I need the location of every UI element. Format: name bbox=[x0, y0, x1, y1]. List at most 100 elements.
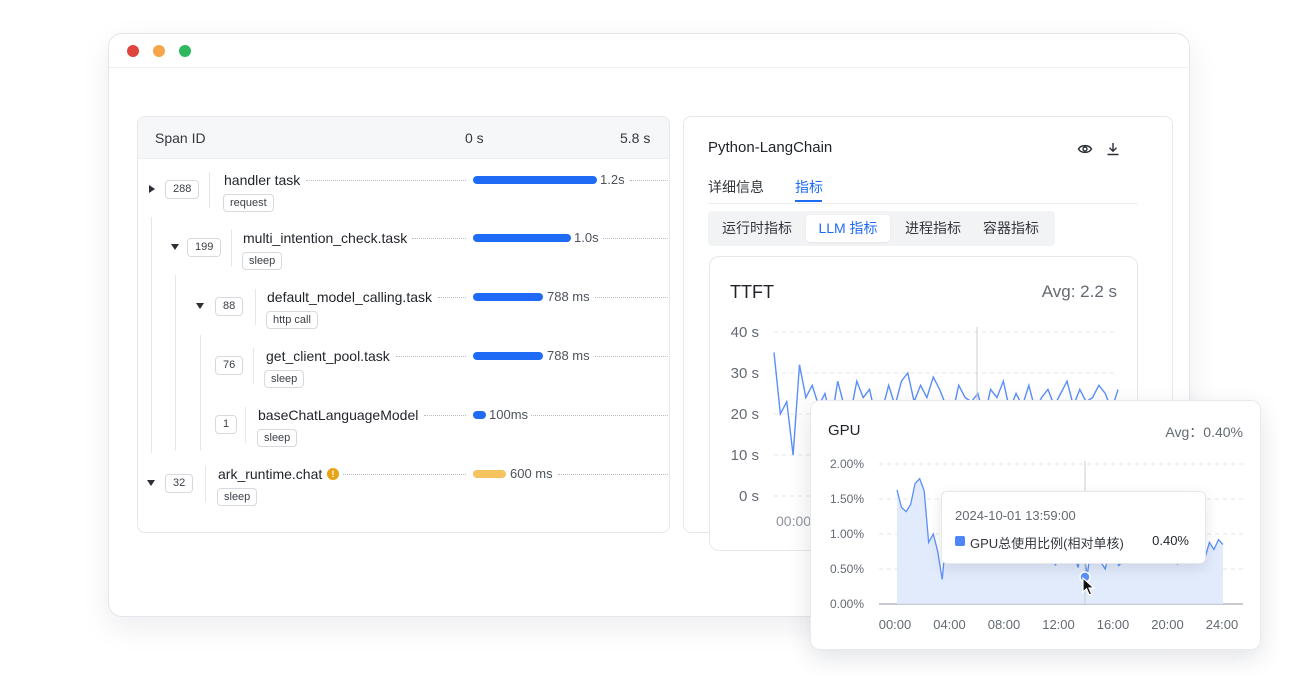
minimize-window-button[interactable] bbox=[153, 45, 165, 57]
row-divider bbox=[255, 289, 256, 325]
timeline-leader bbox=[438, 297, 466, 298]
span-tag: sleep bbox=[242, 252, 283, 270]
span-tag: request bbox=[223, 194, 274, 212]
timeline-start-label: 0 s bbox=[465, 130, 484, 146]
span-count-badge: 199 bbox=[187, 238, 222, 257]
span-name[interactable]: ark_runtime.chat bbox=[218, 466, 322, 482]
span-count-badge: 88 bbox=[215, 297, 244, 316]
timeline-leader bbox=[603, 238, 668, 239]
span-count-badge: 1 bbox=[215, 415, 238, 434]
span-row[interactable]: 1 baseChatLanguageModel sleep 100ms bbox=[138, 395, 669, 453]
span-name[interactable]: default_model_calling.task bbox=[267, 289, 432, 305]
span-name[interactable]: baseChatLanguageModel bbox=[258, 407, 418, 423]
timeline-leader bbox=[531, 415, 668, 416]
gpu-chart-card: GPU Avg：0.40% 2.00% 1.50% 1.00% 0.50% 0.00% 0… bbox=[810, 400, 1261, 650]
timeline-leader bbox=[412, 238, 466, 239]
timeline-leader bbox=[595, 356, 668, 357]
ttft-y-tick-label: 20 s bbox=[731, 406, 759, 423]
span-name[interactable]: multi_intention_check.task bbox=[243, 230, 407, 246]
tooltip-series-name: GPU总使用比例(相对单核) bbox=[970, 536, 1124, 551]
span-count-badge: 288 bbox=[165, 180, 200, 199]
collapse-caret-icon[interactable] bbox=[196, 303, 204, 309]
mouse-cursor-icon bbox=[1082, 577, 1096, 596]
span-duration-bar bbox=[473, 293, 543, 301]
timeline-leader bbox=[630, 180, 668, 181]
row-divider bbox=[231, 230, 232, 266]
span-duration-bar bbox=[473, 234, 571, 242]
metric-category-tabs: 运行时指标 LLM 指标 进程指标 容器指标 bbox=[708, 211, 1055, 246]
timeline-leader bbox=[396, 356, 466, 357]
subtab-llm[interactable]: LLM 指标 bbox=[806, 215, 890, 242]
timeline-leader bbox=[595, 297, 668, 298]
title-bar bbox=[109, 34, 1189, 68]
gpu-x-tick-label: 08:00 bbox=[988, 617, 1021, 632]
subtab-container[interactable]: 容器指标 bbox=[974, 215, 1048, 242]
ttft-x-label: 00:00 bbox=[776, 513, 812, 529]
span-duration: 600 ms bbox=[510, 466, 553, 481]
row-divider bbox=[253, 348, 254, 384]
gpu-y-tick-label: 0.00% bbox=[830, 597, 864, 611]
tab-details[interactable]: 详细信息 bbox=[708, 177, 764, 197]
span-duration-bar bbox=[473, 352, 543, 360]
collapse-caret-icon[interactable] bbox=[147, 480, 155, 486]
gpu-x-tick-label: 00:00 bbox=[879, 617, 912, 632]
span-tag: sleep bbox=[257, 429, 298, 447]
span-count-badge: 32 bbox=[165, 474, 194, 493]
gpu-y-tick-label: 0.50% bbox=[830, 562, 864, 576]
span-row[interactable]: 88 default_model_calling.task http call … bbox=[138, 277, 669, 335]
active-tab-indicator bbox=[795, 200, 822, 202]
download-icon[interactable] bbox=[1105, 141, 1121, 157]
span-tag: sleep bbox=[217, 488, 258, 506]
close-window-button[interactable] bbox=[127, 45, 139, 57]
ttft-y-tick-label: 0 s bbox=[739, 488, 759, 505]
span-name[interactable]: get_client_pool.task bbox=[266, 348, 390, 364]
span-duration: 788 ms bbox=[547, 348, 590, 363]
gpu-x-tick-label: 16:00 bbox=[1097, 617, 1130, 632]
gpu-y-tick-label: 1.00% bbox=[830, 527, 864, 541]
timeline-leader bbox=[558, 474, 668, 475]
row-divider bbox=[245, 407, 246, 443]
gpu-x-tick-label: 04:00 bbox=[933, 617, 966, 632]
gpu-x-tick-label: 12:00 bbox=[1042, 617, 1075, 632]
span-row[interactable]: 76 get_client_pool.task sleep 788 ms bbox=[138, 336, 669, 394]
span-row[interactable]: 199 multi_intention_check.task sleep 1.0… bbox=[138, 218, 669, 276]
row-divider bbox=[205, 466, 206, 502]
ttft-y-tick-label: 10 s bbox=[731, 447, 759, 464]
gpu-x-tick-label: 24:00 bbox=[1206, 617, 1239, 632]
expand-caret-icon[interactable] bbox=[149, 185, 155, 193]
gpu-y-tick-label: 2.00% bbox=[830, 457, 864, 471]
timeline-leader bbox=[306, 180, 466, 181]
span-tag: http call bbox=[266, 311, 318, 329]
tab-metrics[interactable]: 指标 bbox=[795, 177, 823, 197]
eye-icon[interactable] bbox=[1077, 141, 1093, 157]
chart-tooltip: 2024-10-01 13:59:00 GPU总使用比例(相对单核) 0.40% bbox=[941, 491, 1206, 564]
subtab-runtime[interactable]: 运行时指标 bbox=[716, 215, 798, 242]
gpu-y-tick-label: 1.50% bbox=[830, 492, 864, 506]
span-row[interactable]: 288 handler task request 1.2s bbox=[138, 160, 669, 218]
collapse-caret-icon[interactable] bbox=[171, 244, 179, 250]
span-duration: 1.0s bbox=[574, 230, 599, 245]
span-duration: 1.2s bbox=[600, 172, 625, 187]
tooltip-series-swatch bbox=[955, 536, 965, 546]
warning-icon[interactable]: ! bbox=[327, 468, 339, 480]
tab-divider bbox=[708, 203, 1138, 204]
row-divider bbox=[209, 172, 210, 208]
span-duration-bar bbox=[473, 411, 486, 419]
span-duration: 100ms bbox=[489, 407, 529, 422]
timeline-end-label: 5.8 s bbox=[620, 130, 651, 146]
maximize-window-button[interactable] bbox=[179, 45, 191, 57]
ttft-y-tick-label: 40 s bbox=[731, 324, 759, 341]
span-name[interactable]: handler task bbox=[224, 172, 300, 188]
gpu-x-tick-label: 20:00 bbox=[1151, 617, 1184, 632]
timeline-leader bbox=[343, 474, 466, 475]
span-duration: 788 ms bbox=[547, 289, 590, 304]
subtab-process[interactable]: 进程指标 bbox=[896, 215, 970, 242]
span-count-badge: 76 bbox=[215, 356, 244, 375]
span-duration-bar bbox=[473, 176, 597, 184]
trace-table-header: Span ID 0 s 5.8 s bbox=[138, 117, 669, 159]
span-row[interactable]: 32 ark_runtime.chat ! sleep 600 ms bbox=[138, 454, 669, 512]
timeline-leader bbox=[424, 415, 466, 416]
span-tag: sleep bbox=[264, 370, 305, 388]
tooltip-time: 2024-10-01 13:59:00 bbox=[955, 508, 1076, 523]
tooltip-value: 0.40% bbox=[1152, 533, 1189, 548]
